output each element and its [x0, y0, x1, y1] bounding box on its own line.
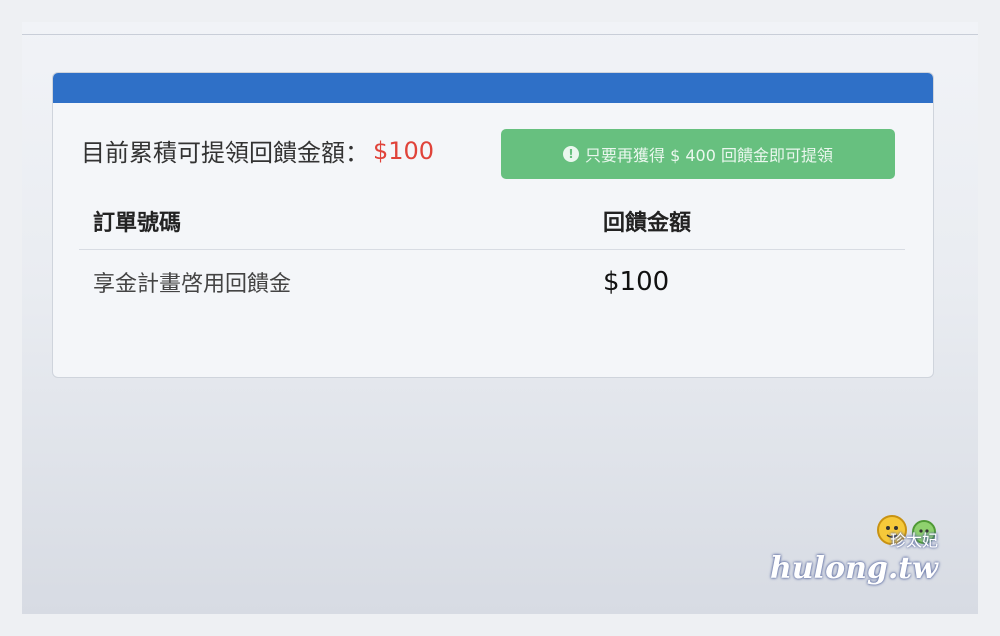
info-icon: !: [563, 146, 579, 162]
withdraw-hint-badge: ! 只要再獲得 $ 400 回饋金即可提領: [501, 129, 895, 179]
row-order: 享金計畫啓用回饋金: [93, 272, 292, 297]
summary-label: 目前累積可提領回饋金額：: [81, 139, 369, 167]
watermark-cn: 珍太妃: [889, 531, 938, 550]
summary-amount: $100: [373, 136, 435, 165]
hint-text: 只要再獲得 $ 400 回饋金即可提領: [585, 146, 833, 165]
screen-photo: 目前累積可提領回饋金額： $100 ! 只要再獲得 $ 400 回饋金即可提領 …: [22, 22, 978, 614]
header-rebate-amount: 回饋金額: [603, 211, 692, 236]
rebate-table: 訂單號碼 回饋金額 享金計畫啓用回饋金 $100: [79, 193, 905, 314]
rebate-panel: 目前累積可提領回饋金額： $100 ! 只要再獲得 $ 400 回饋金即可提領 …: [52, 72, 934, 378]
table-row: 享金計畫啓用回饋金 $100: [79, 250, 905, 314]
table-header: 訂單號碼 回饋金額: [79, 193, 905, 250]
panel-header-bar: [53, 73, 933, 103]
header-order-number: 訂單號碼: [93, 211, 182, 236]
rebate-summary: 目前累積可提領回饋金額： $100: [81, 133, 434, 168]
watermark-en: hulong.tw: [770, 551, 938, 586]
row-amount: $100: [603, 267, 670, 297]
watermark: 珍太妃 hulong.tw: [770, 527, 938, 586]
divider: [22, 34, 978, 35]
